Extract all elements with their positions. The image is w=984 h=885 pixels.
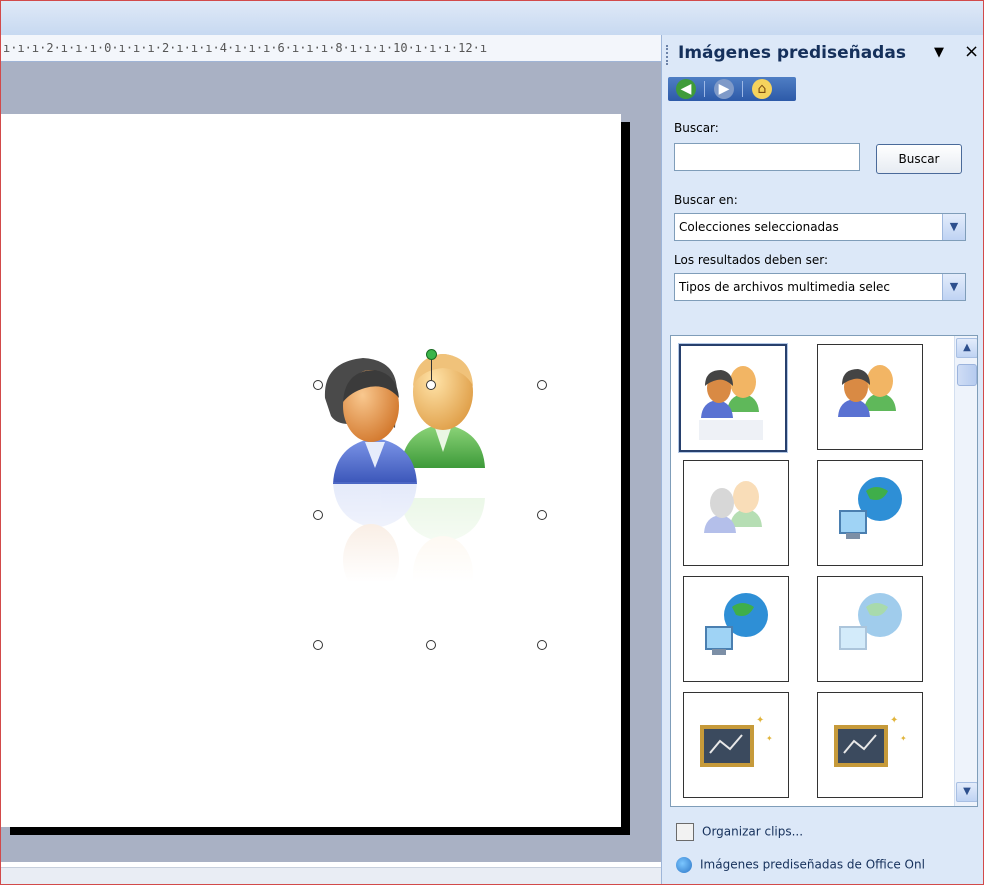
scroll-down-icon[interactable]: ▼	[956, 782, 977, 802]
gallery-item-globe-computer[interactable]	[683, 576, 789, 682]
clip-art-gallery: ✦ ✦ ✦ ✦ ▲ ▼	[670, 335, 978, 807]
resize-handle-top-left[interactable]	[313, 380, 323, 390]
organize-clips-icon	[676, 823, 694, 841]
chalkboard-icon: ✦ ✦	[700, 715, 773, 767]
svg-text:✦: ✦	[756, 715, 764, 726]
organize-clips-link[interactable]: Organizar clips...	[676, 823, 803, 841]
svg-text:✦: ✦	[890, 715, 898, 726]
gallery-item-people[interactable]	[678, 343, 788, 453]
gallery-item-globe-computer[interactable]	[817, 460, 923, 566]
organize-clips-label: Organizar clips...	[702, 824, 804, 839]
search-button[interactable]: Buscar	[876, 144, 962, 174]
search-input[interactable]	[674, 143, 860, 171]
home-icon[interactable]: ⌂	[752, 79, 772, 99]
resize-handle-bottom-left[interactable]	[313, 640, 323, 650]
chalkboard-icon: ✦ ✦	[834, 715, 907, 767]
scroll-up-icon[interactable]: ▲	[956, 338, 977, 358]
svg-text:✦: ✦	[766, 734, 773, 743]
resize-handle-left[interactable]	[313, 510, 323, 520]
office-online-label: Imágenes prediseñadas de Office Onl	[700, 857, 925, 872]
pane-menu-dropdown[interactable]: ▼	[934, 45, 944, 60]
slide[interactable]	[1, 114, 621, 827]
resize-handle-right[interactable]	[537, 510, 547, 520]
gallery-item-chalkboard[interactable]: ✦ ✦	[817, 692, 923, 798]
svg-text:✦: ✦	[900, 734, 907, 743]
gallery-scrollbar[interactable]: ▲ ▼	[954, 336, 977, 806]
search-in-select[interactable]: Colecciones seleccionadas ▼	[674, 213, 966, 241]
resize-handle-top[interactable]	[426, 380, 436, 390]
people-faded-icon	[704, 481, 762, 533]
slide-canvas	[1, 62, 661, 862]
window: ı·ı·ı·2·ı·ı·ı·0·ı·ı·ı·2·ı·ı·ı·4·ı·ı·ı·6·…	[0, 0, 984, 885]
results-type-select[interactable]: Tipos de archivos multimedia selec ▼	[674, 273, 966, 301]
office-online-link[interactable]: Imágenes prediseñadas de Office Onl	[676, 857, 925, 873]
search-in-value: Colecciones seleccionadas	[679, 220, 839, 234]
clip-art-task-pane: Imágenes prediseñadas ▼ × ◀ ▶ ⌂ Buscar: …	[661, 35, 983, 884]
close-icon[interactable]: ×	[964, 41, 979, 62]
people-icon	[838, 365, 896, 417]
pane-navigation-bar: ◀ ▶ ⌂	[668, 77, 796, 101]
results-label: Los resultados deben ser:	[674, 253, 829, 267]
chevron-down-icon[interactable]: ▼	[942, 214, 965, 240]
pane-grip-handle[interactable]	[666, 45, 670, 65]
resize-handle-bottom[interactable]	[426, 640, 436, 650]
back-icon[interactable]: ◀	[676, 79, 696, 99]
search-in-label: Buscar en:	[674, 193, 738, 207]
top-bar	[1, 1, 983, 36]
search-label: Buscar:	[674, 121, 719, 135]
results-type-value: Tipos de archivos multimedia selec	[679, 280, 891, 294]
gallery-item-people-faded[interactable]	[683, 460, 789, 566]
people-icon	[699, 366, 763, 440]
scrollbar-thumb[interactable]	[957, 364, 977, 386]
gallery-item-people[interactable]	[817, 344, 923, 450]
horizontal-ruler[interactable]: ı·ı·ı·2·ı·ı·ı·0·ı·ı·ı·2·ı·ı·ı·4·ı·ı·ı·6·…	[1, 35, 663, 62]
nav-separator	[742, 81, 743, 97]
gallery-item-chalkboard[interactable]: ✦ ✦	[683, 692, 789, 798]
globe-computer-faded-icon	[839, 593, 902, 650]
globe-computer-icon	[705, 593, 768, 655]
nav-separator	[704, 81, 705, 97]
rotate-handle[interactable]	[426, 349, 437, 360]
resize-handle-bottom-right[interactable]	[537, 640, 547, 650]
status-bar	[1, 867, 661, 884]
clip-art-online-icon	[676, 857, 692, 873]
forward-icon[interactable]: ▶	[714, 79, 734, 99]
gallery-item-globe-computer-faded[interactable]	[817, 576, 923, 682]
pane-title: Imágenes prediseñadas	[678, 43, 906, 63]
globe-computer-icon	[839, 477, 902, 539]
resize-handle-top-right[interactable]	[537, 380, 547, 390]
chevron-down-icon[interactable]: ▼	[942, 274, 965, 300]
